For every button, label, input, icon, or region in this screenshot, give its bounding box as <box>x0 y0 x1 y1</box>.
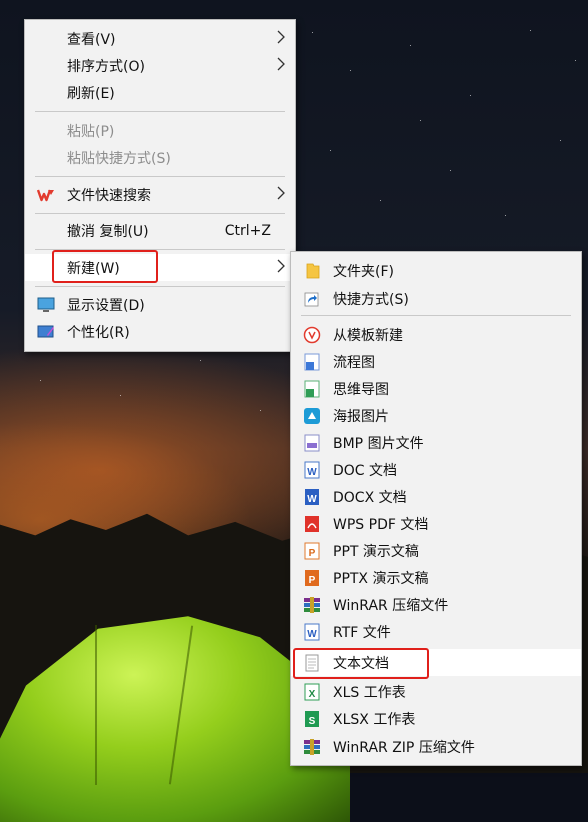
submenu-item-folder[interactable]: 文件夹(F) <box>291 257 581 284</box>
monitor-icon <box>37 297 55 312</box>
menu-item-label: WinRAR 压缩文件 <box>333 597 449 614</box>
new-submenu: 文件夹(F) 快捷方式(S) 从模板新建 流程图 思维导图 海报图片 BMP 图… <box>290 251 582 766</box>
tent-seam <box>95 625 97 785</box>
submenu-item-flowchart[interactable]: 流程图 <box>291 348 581 375</box>
svg-text:P: P <box>309 575 316 586</box>
svg-text:W: W <box>307 494 317 505</box>
bmp-file-icon <box>304 434 320 452</box>
menu-separator <box>35 286 285 287</box>
menu-item-quick-search[interactable]: 文件快速搜索 <box>25 181 295 208</box>
submenu-item-wps-pdf[interactable]: WPS PDF 文档 <box>291 510 581 537</box>
doc-file-icon: W <box>304 461 320 479</box>
shortcut-text: Ctrl+Z <box>224 222 271 239</box>
menu-item-personalize[interactable]: 个性化(R) <box>25 318 295 345</box>
menu-item-label: DOC 文档 <box>333 462 398 479</box>
winrar-icon <box>304 597 320 613</box>
menu-item-label: PPT 演示文稿 <box>333 543 419 560</box>
shortcut-icon <box>304 292 319 307</box>
chevron-right-icon <box>277 57 285 71</box>
menu-item-label: 撤消 复制(U) <box>67 223 149 240</box>
submenu-item-winrar-zip[interactable]: WinRAR ZIP 压缩文件 <box>291 733 581 760</box>
menu-item-paste-shortcut[interactable]: 粘贴快捷方式(S) <box>25 144 295 171</box>
submenu-item-poster[interactable]: 海报图片 <box>291 402 581 429</box>
xlsx-file-icon: S <box>305 711 319 727</box>
menu-item-label: 排序方式(O) <box>67 58 145 75</box>
menu-item-label: 从模板新建 <box>333 327 403 344</box>
menu-item-label: 粘贴(P) <box>67 123 115 140</box>
folder-icon <box>306 263 320 279</box>
submenu-item-pptx[interactable]: P PPTX 演示文稿 <box>291 564 581 591</box>
red-highlight-box <box>52 250 158 283</box>
menu-item-label: 显示设置(D) <box>67 297 145 314</box>
wps-logo-icon <box>37 189 54 202</box>
svg-text:W: W <box>307 629 317 640</box>
menu-item-label: PPTX 演示文稿 <box>333 570 429 587</box>
svg-text:W: W <box>307 467 317 478</box>
menu-item-label: BMP 图片文件 <box>333 435 424 452</box>
personalize-icon <box>37 325 54 338</box>
menu-item-label: 查看(V) <box>67 31 116 48</box>
template-icon <box>303 326 321 344</box>
submenu-item-bmp[interactable]: BMP 图片文件 <box>291 429 581 456</box>
chevron-right-icon <box>277 30 285 44</box>
menu-item-label: XLS 工作表 <box>333 684 406 701</box>
menu-item-sort[interactable]: 排序方式(O) <box>25 52 295 79</box>
rtf-file-icon: W <box>304 623 320 641</box>
menu-item-refresh[interactable]: 刷新(E) <box>25 79 295 106</box>
desktop-context-menu: 查看(V) 排序方式(O) 刷新(E) 粘贴(P) 粘贴快捷方式(S) 文件快速… <box>24 19 296 352</box>
winrar-zip-icon <box>304 739 320 755</box>
chevron-right-icon <box>277 259 285 273</box>
menu-item-label: 文件夹(F) <box>333 263 394 280</box>
pdf-file-icon <box>305 516 319 532</box>
submenu-item-shortcut[interactable]: 快捷方式(S) <box>291 285 581 312</box>
submenu-item-xlsx[interactable]: S XLSX 工作表 <box>291 705 581 732</box>
menu-item-label: RTF 文件 <box>333 624 391 641</box>
menu-item-label: 个性化(R) <box>67 324 130 341</box>
svg-text:S: S <box>309 716 316 727</box>
menu-item-label: 海报图片 <box>333 408 389 425</box>
menu-separator <box>35 111 285 112</box>
submenu-item-xls[interactable]: X XLS 工作表 <box>291 678 581 705</box>
submenu-item-mindmap[interactable]: 思维导图 <box>291 375 581 402</box>
svg-text:X: X <box>309 689 316 700</box>
submenu-item-doc[interactable]: W DOC 文档 <box>291 456 581 483</box>
xls-file-icon: X <box>304 683 320 701</box>
menu-item-label: 流程图 <box>333 354 375 371</box>
menu-item-undo-copy[interactable]: 撤消 复制(U) Ctrl+Z <box>25 217 295 244</box>
menu-item-label: 刷新(E) <box>67 85 115 102</box>
menu-item-view[interactable]: 查看(V) <box>25 25 295 52</box>
submenu-item-winrar[interactable]: WinRAR 压缩文件 <box>291 591 581 618</box>
svg-text:P: P <box>309 548 316 559</box>
chevron-right-icon <box>277 186 285 200</box>
submenu-item-ppt[interactable]: P PPT 演示文稿 <box>291 537 581 564</box>
mindmap-icon <box>304 380 320 398</box>
flowchart-icon <box>304 353 320 371</box>
submenu-item-from-template[interactable]: 从模板新建 <box>291 321 581 348</box>
menu-item-paste[interactable]: 粘贴(P) <box>25 117 295 144</box>
menu-item-label: XLSX 工作表 <box>333 711 416 728</box>
submenu-item-rtf[interactable]: W RTF 文件 <box>291 618 581 645</box>
menu-item-label: 快捷方式(S) <box>333 291 409 308</box>
pptx-file-icon: P <box>305 570 319 586</box>
poster-icon <box>304 408 320 424</box>
menu-separator <box>35 213 285 214</box>
ppt-file-icon: P <box>304 542 320 560</box>
menu-item-label: 文件快速搜索 <box>67 187 151 204</box>
menu-item-label: 粘贴快捷方式(S) <box>67 150 171 167</box>
red-highlight-box <box>293 648 429 679</box>
menu-item-label: 思维导图 <box>333 381 389 398</box>
menu-separator <box>301 315 571 316</box>
menu-separator <box>35 176 285 177</box>
menu-item-label: WinRAR ZIP 压缩文件 <box>333 739 475 756</box>
menu-item-label: DOCX 文档 <box>333 489 407 506</box>
docx-file-icon: W <box>305 489 319 505</box>
submenu-item-docx[interactable]: W DOCX 文档 <box>291 483 581 510</box>
menu-item-display-settings[interactable]: 显示设置(D) <box>25 291 295 318</box>
menu-item-label: WPS PDF 文档 <box>333 516 429 533</box>
